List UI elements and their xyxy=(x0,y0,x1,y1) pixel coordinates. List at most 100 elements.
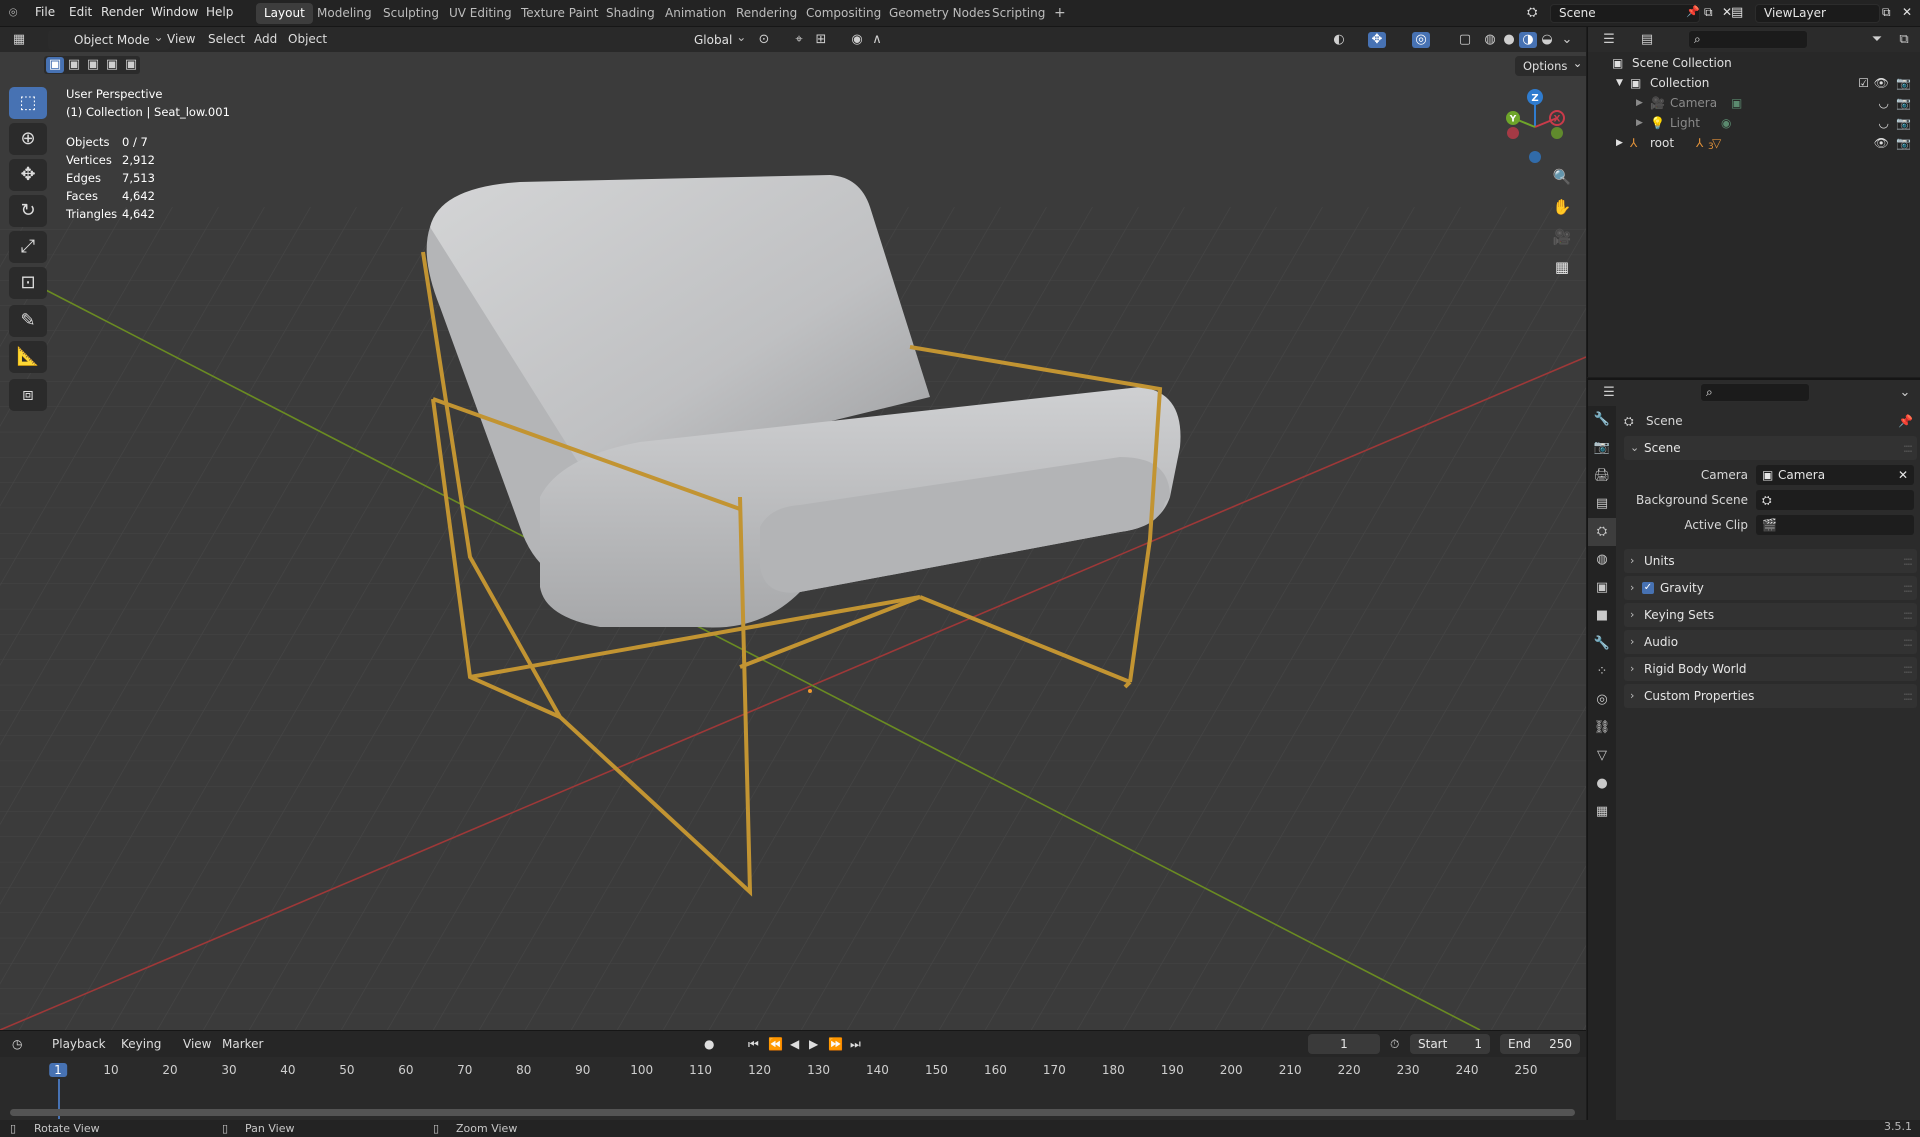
tab-uv-editing[interactable]: UV Editing xyxy=(441,3,520,24)
scale-tool-icon[interactable]: ⤢ xyxy=(9,231,47,263)
cursor-tool-icon[interactable]: ⊕ xyxy=(9,123,47,155)
tab-shading[interactable]: Shading xyxy=(598,3,663,24)
viewport-menu-select[interactable]: Select xyxy=(208,32,245,46)
viewport-menu-view[interactable]: View xyxy=(167,32,195,46)
transform-tool-icon[interactable]: ⊡ xyxy=(9,267,47,299)
menu-edit[interactable]: Edit xyxy=(69,5,92,19)
proportional-edit-icon[interactable]: ◉ xyxy=(848,32,866,48)
shading-dropdown-icon[interactable]: ⌄ xyxy=(1558,32,1576,48)
transform-orientation-selector[interactable]: Global xyxy=(668,27,752,50)
drag-handle[interactable]: :::: xyxy=(1903,657,1913,681)
snap-icon[interactable]: ⌖ xyxy=(790,32,808,48)
drag-handle[interactable]: :::: xyxy=(1903,576,1913,600)
expand-icon[interactable]: ▶ xyxy=(1616,133,1623,153)
collection-tab-icon[interactable]: ▣ xyxy=(1588,574,1616,602)
tab-animation[interactable]: Animation xyxy=(657,3,734,24)
blender-logo-icon[interactable]: ⌾ xyxy=(9,5,17,21)
rotate-tool-icon[interactable]: ↻ xyxy=(9,195,47,227)
data-tab-icon[interactable]: ▽ xyxy=(1588,742,1616,770)
select-subtract-icon[interactable]: ▣ xyxy=(84,57,102,73)
play-reverse-icon[interactable]: ◀ xyxy=(790,1037,799,1051)
eye-icon[interactable]: 👁 xyxy=(1874,73,1889,93)
panel-gravity[interactable]: › ✓ Gravity :::: xyxy=(1624,576,1917,600)
menu-file[interactable]: File xyxy=(35,5,55,19)
options-button[interactable]: Options xyxy=(1515,53,1586,76)
tab-layout[interactable]: Layout xyxy=(256,3,313,24)
view-layer-selector[interactable]: ViewLayer xyxy=(1755,4,1880,23)
current-frame-field[interactable]: 1 xyxy=(1308,1034,1380,1054)
start-frame-field[interactable]: Start 1 xyxy=(1410,1034,1490,1054)
current-frame-indicator[interactable]: 1 xyxy=(49,1063,67,1077)
exclude-checkbox[interactable]: ☑ xyxy=(1858,73,1869,93)
pin-icon[interactable]: 📌 xyxy=(1686,5,1700,18)
render-camera-icon[interactable]: 📷 xyxy=(1896,93,1911,113)
outliner-row-collection[interactable]: ▼ ▣ Collection ☑ 👁 📷 xyxy=(1588,73,1920,93)
solid-shading-icon[interactable]: ● xyxy=(1500,32,1518,48)
auto-keying-icon[interactable]: ● xyxy=(704,1037,714,1051)
display-mode-icon[interactable]: ▤ xyxy=(1638,32,1656,48)
object-tab-icon[interactable]: ■ xyxy=(1588,602,1616,630)
properties-editor[interactable]: ☰ ⌕ ⌄ 🔧 📷 🖨 ▤ ⛭ ◍ ▣ ■ 🔧 ⁘ ◎ ⛓ ▽ ● ▦ ⛭ Sc… xyxy=(1587,378,1920,1126)
camera-view-icon[interactable]: 🎥 xyxy=(1548,223,1576,251)
outliner-editor-type-icon[interactable]: ☰ xyxy=(1600,32,1618,48)
expand-icon[interactable]: ▶ xyxy=(1636,113,1643,133)
timeline-scrollbar[interactable] xyxy=(10,1109,1575,1116)
active-clip-field[interactable]: 🎬 xyxy=(1756,515,1914,535)
output-tab-icon[interactable]: 🖨 xyxy=(1588,462,1616,490)
play-icon[interactable]: ▶ xyxy=(809,1037,818,1051)
measure-tool-icon[interactable]: 📐 xyxy=(9,341,47,373)
eye-hidden-icon[interactable]: ◡ xyxy=(1879,113,1889,133)
drag-handle[interactable]: :::: xyxy=(1903,630,1913,654)
tab-texture-paint[interactable]: Texture Paint xyxy=(513,3,606,24)
wireframe-shading-icon[interactable]: ◍ xyxy=(1481,32,1499,48)
pivot-icon[interactable]: ⊙ xyxy=(755,32,773,48)
drag-handle[interactable]: :::: xyxy=(1903,549,1913,573)
properties-search-input[interactable]: ⌕ xyxy=(1700,383,1810,402)
tab-compositing[interactable]: Compositing xyxy=(798,3,889,24)
scene-icon[interactable]: ⛭ xyxy=(1527,5,1537,20)
select-box-tool-icon[interactable]: ⬚ xyxy=(9,87,47,119)
frame-ruler[interactable]: 1 10 20 30 40 50 60 70 80 90 100 110 120 130 140 150 160… xyxy=(0,1061,1586,1081)
render-tab-icon[interactable]: 📷 xyxy=(1588,434,1616,462)
scene-selector[interactable]: Scene xyxy=(1550,4,1700,23)
panel-units[interactable]: › Units :::: xyxy=(1624,549,1917,573)
pin-icon[interactable]: 📌 xyxy=(1898,414,1913,428)
scene-tab-icon[interactable]: ⛭ xyxy=(1588,518,1616,546)
new-view-layer-icon[interactable]: ⧉ xyxy=(1882,5,1891,20)
viewport-menu-add[interactable]: Add xyxy=(254,32,277,46)
eye-hidden-icon[interactable]: ◡ xyxy=(1879,93,1889,113)
clear-icon[interactable]: ✕ xyxy=(1898,465,1908,485)
outliner-row-camera[interactable]: ▶ 🎥 Camera ▣ ◡ 📷 xyxy=(1588,93,1920,113)
timeline-menu-keying[interactable]: Keying xyxy=(121,1037,161,1051)
new-collection-icon[interactable]: ⧉ xyxy=(1895,32,1913,48)
panel-custom-properties[interactable]: › Custom Properties :::: xyxy=(1624,684,1917,708)
drag-handle[interactable]: :::: xyxy=(1903,436,1913,460)
outliner-editor[interactable]: ☰ ▤ ⌕ ⏷ ⧉ ▣ Scene Collection ▼ ▣ Collect… xyxy=(1587,27,1920,377)
timeline-editor[interactable]: ◷ Playback Keying View Marker ● ⏮ ⏪ ◀ ▶ … xyxy=(0,1030,1586,1120)
particles-tab-icon[interactable]: ⁘ xyxy=(1588,658,1616,686)
jump-start-icon[interactable]: ⏮ xyxy=(748,1037,759,1052)
snap-target-icon[interactable]: ⊞ xyxy=(812,32,830,48)
outliner-search-input[interactable]: ⌕ xyxy=(1688,30,1808,49)
zoom-view-icon[interactable]: 🔍 xyxy=(1548,163,1576,191)
filter-icon[interactable]: ⏷ xyxy=(1868,32,1886,48)
modifier-tab-icon[interactable]: 🔧 xyxy=(1588,630,1616,658)
menu-help[interactable]: Help xyxy=(206,5,233,19)
outliner-row-scene-collection[interactable]: ▣ Scene Collection xyxy=(1588,53,1920,73)
editor-type-icon[interactable]: ▦ xyxy=(10,32,28,48)
timeline-menu-playback[interactable]: Playback xyxy=(52,1037,106,1051)
3d-viewport[interactable]: ▦ Object Mode View Select Add Object Glo… xyxy=(0,27,1586,1030)
move-tool-icon[interactable]: ✥ xyxy=(9,159,47,191)
tab-scripting[interactable]: Scripting xyxy=(984,3,1053,24)
tab-geometry-nodes[interactable]: Geometry Nodes xyxy=(881,3,998,24)
panel-scene[interactable]: ⌄ Scene :::: xyxy=(1624,436,1917,460)
viewport-menu-object[interactable]: Object xyxy=(288,32,327,46)
panel-rigid-body-world[interactable]: › Rigid Body World :::: xyxy=(1624,657,1917,681)
add-cube-tool-icon[interactable]: ⧈ xyxy=(9,379,47,411)
gravity-checkbox[interactable]: ✓ xyxy=(1642,582,1654,594)
physics-tab-icon[interactable]: ◎ xyxy=(1588,686,1616,714)
eye-icon[interactable]: 👁 xyxy=(1874,133,1889,153)
render-camera-icon[interactable]: 📷 xyxy=(1896,73,1911,93)
render-camera-icon[interactable]: 📷 xyxy=(1896,133,1911,153)
visibility-icon[interactable]: ◐ xyxy=(1330,32,1348,48)
